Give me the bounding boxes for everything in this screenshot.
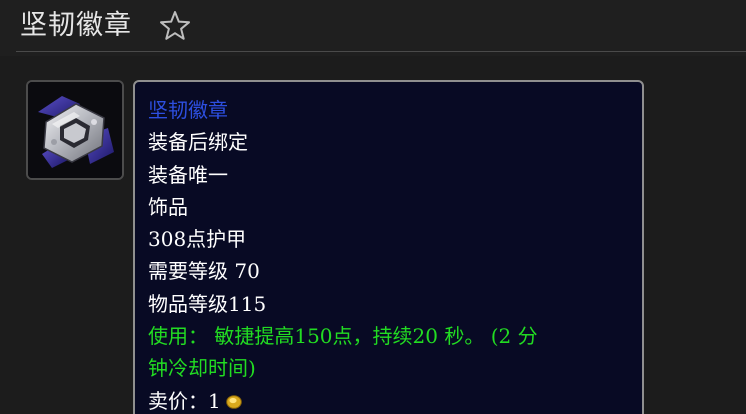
item-binding: 装备后绑定 xyxy=(148,130,248,155)
item-slot: 饰品 xyxy=(148,194,188,219)
item-use-effect: 使用： 敏捷提高150点，持续20 秒。 (2 分 xyxy=(148,324,538,349)
item-level: 物品等级115 xyxy=(148,291,267,316)
gold-coin-icon xyxy=(225,394,242,409)
header-divider xyxy=(16,51,746,52)
item-armor: 308点护甲 xyxy=(148,227,247,252)
item-required-level: 需要等级 70 xyxy=(148,259,260,284)
item-use-effect-cont: 钟冷却时间) xyxy=(148,356,256,381)
item-name[interactable]: 坚韧徽章 xyxy=(148,94,642,126)
sell-price-label: 卖价： xyxy=(148,388,208,413)
item-tooltip: 坚韧徽章 装备后绑定 装备唯一 饰品 308点护甲 需要等级 70 物品等级11… xyxy=(133,80,644,414)
star-outline-icon[interactable] xyxy=(158,9,192,43)
page-header: 坚韧徽章 xyxy=(0,0,746,56)
item-unique: 装备唯一 xyxy=(148,162,228,187)
badge-icon xyxy=(26,80,124,180)
sell-price-value: 1 xyxy=(208,388,221,413)
item-sell-price: 卖价：1 xyxy=(148,385,642,414)
page-title: 坚韧徽章 xyxy=(20,10,132,41)
